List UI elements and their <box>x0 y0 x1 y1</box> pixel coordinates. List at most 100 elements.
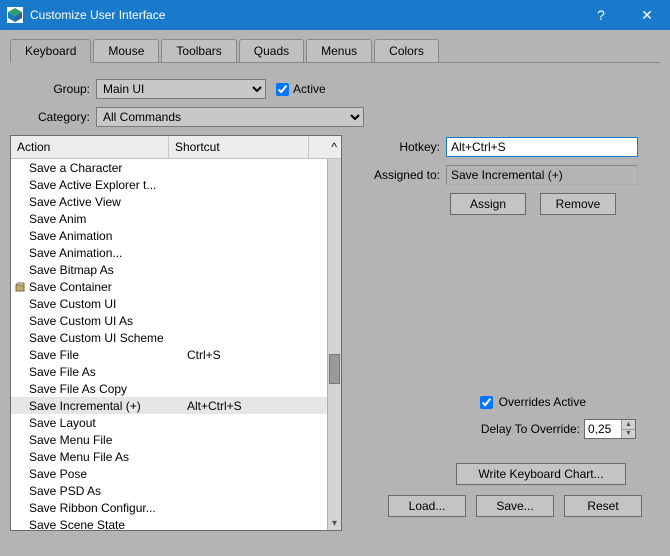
client-area: Keyboard Mouse Toolbars Quads Menus Colo… <box>0 30 670 556</box>
tab-keyboard[interactable]: Keyboard <box>10 39 91 63</box>
list-item[interactable]: Save Anim <box>11 210 327 227</box>
remove-button[interactable]: Remove <box>540 193 616 215</box>
list-item-action: Save Active Explorer t... <box>27 178 185 192</box>
list-item-action: Save Container <box>27 280 185 294</box>
list-item[interactable]: Save a Character <box>11 159 327 176</box>
action-list[interactable]: Action Shortcut ^ Save a Character Save A… <box>10 135 342 531</box>
blank-icon <box>13 433 27 447</box>
assigned-to-value: Save Incremental (+) <box>446 165 638 185</box>
list-item-action: Save Animation <box>27 229 185 243</box>
list-item[interactable]: Save File As Copy <box>11 380 327 397</box>
list-item-action: Save a Character <box>27 161 185 175</box>
blank-icon <box>13 501 27 515</box>
list-item[interactable]: Save PSD As <box>11 482 327 499</box>
group-select[interactable]: Main UI <box>96 79 266 99</box>
category-label: Category: <box>10 110 96 124</box>
tab-toolbars[interactable]: Toolbars <box>161 39 236 63</box>
category-select[interactable]: All Commands <box>96 107 364 127</box>
blank-icon <box>13 467 27 481</box>
blank-icon <box>13 263 27 277</box>
group-label: Group: <box>10 82 96 96</box>
list-item[interactable]: Save Animation... <box>11 244 327 261</box>
delay-input[interactable] <box>585 420 621 438</box>
reset-button[interactable]: Reset <box>564 495 642 517</box>
scrollbar-down-icon[interactable]: ▾ <box>328 516 341 530</box>
blank-icon <box>13 314 27 328</box>
list-item[interactable]: Save Menu File As <box>11 448 327 465</box>
list-item-action: Save Scene State <box>27 518 185 531</box>
delay-spinner[interactable]: ▲ ▼ <box>584 419 636 439</box>
list-item[interactable]: Save Active Explorer t... <box>11 176 327 193</box>
blank-icon <box>13 348 27 362</box>
close-button[interactable]: ✕ <box>624 0 670 30</box>
list-item-action: Save Custom UI <box>27 297 185 311</box>
list-item-action: Save Ribbon Configur... <box>27 501 185 515</box>
write-keyboard-chart-button[interactable]: Write Keyboard Chart... <box>456 463 626 485</box>
col-header-caret[interactable]: ^ <box>309 136 341 158</box>
list-item-action: Save Menu File <box>27 433 185 447</box>
container-icon <box>13 280 27 294</box>
list-item-action: Save File <box>27 348 185 362</box>
list-item-action: Save Menu File As <box>27 450 185 464</box>
list-item-action: Save Incremental (+) <box>27 399 185 413</box>
assign-button[interactable]: Assign <box>450 193 526 215</box>
list-item[interactable]: Save Bitmap As <box>11 261 327 278</box>
list-item-action: Save Pose <box>27 467 185 481</box>
list-item[interactable]: Save FileCtrl+S <box>11 346 327 363</box>
list-item[interactable]: Save Pose <box>11 465 327 482</box>
tab-panel-keyboard: Group: Main UI Active Category: All Comm… <box>10 62 660 531</box>
list-item-action: Save File As <box>27 365 185 379</box>
blank-icon <box>13 399 27 413</box>
spinner-up-icon[interactable]: ▲ <box>622 420 635 429</box>
tab-colors[interactable]: Colors <box>374 39 439 63</box>
blank-icon <box>13 161 27 175</box>
assigned-to-label: Assigned to: <box>358 168 446 182</box>
blank-icon <box>13 229 27 243</box>
list-item[interactable]: Save Ribbon Configur... <box>11 499 327 516</box>
list-item-action: Save File As Copy <box>27 382 185 396</box>
list-item[interactable]: Save Active View <box>11 193 327 210</box>
blank-icon <box>13 178 27 192</box>
overrides-active-checkbox[interactable] <box>480 396 493 409</box>
active-checkbox[interactable]: Active <box>276 82 326 96</box>
title-bar: Customize User Interface ? ✕ <box>0 0 670 30</box>
list-item[interactable]: Save Scene State <box>11 516 327 530</box>
load-button[interactable]: Load... <box>388 495 466 517</box>
list-item-action: Save Bitmap As <box>27 263 185 277</box>
blank-icon <box>13 195 27 209</box>
list-item[interactable]: Save Custom UI Scheme <box>11 329 327 346</box>
help-button[interactable]: ? <box>578 0 624 30</box>
app-icon <box>6 6 24 24</box>
tab-mouse[interactable]: Mouse <box>93 39 159 63</box>
overrides-active-label: Overrides Active <box>499 395 586 409</box>
blank-icon <box>13 331 27 345</box>
blank-icon <box>13 484 27 498</box>
blank-icon <box>13 297 27 311</box>
list-item[interactable]: Save Menu File <box>11 431 327 448</box>
save-button[interactable]: Save... <box>476 495 554 517</box>
active-checkbox-input[interactable] <box>276 83 289 96</box>
blank-icon <box>13 365 27 379</box>
tab-menus[interactable]: Menus <box>306 39 372 63</box>
spinner-down-icon[interactable]: ▼ <box>622 429 635 439</box>
window-title: Customize User Interface <box>30 8 165 22</box>
blank-icon <box>13 450 27 464</box>
list-item[interactable]: Save Animation <box>11 227 327 244</box>
list-item[interactable]: Save Container <box>11 278 327 295</box>
list-item[interactable]: Save Incremental (+)Alt+Ctrl+S <box>11 397 327 414</box>
list-item[interactable]: Save File As <box>11 363 327 380</box>
action-list-scrollbar[interactable]: ▾ <box>327 159 341 530</box>
list-item-shortcut: Alt+Ctrl+S <box>185 399 327 413</box>
list-item[interactable]: Save Custom UI As <box>11 312 327 329</box>
list-item-action: Save Layout <box>27 416 185 430</box>
hotkey-input[interactable] <box>446 137 638 157</box>
list-item-action: Save Custom UI As <box>27 314 185 328</box>
col-header-shortcut[interactable]: Shortcut <box>169 136 309 158</box>
tab-quads[interactable]: Quads <box>239 39 304 63</box>
hotkey-label: Hotkey: <box>358 140 446 154</box>
list-item-action: Save Anim <box>27 212 185 226</box>
scrollbar-thumb[interactable] <box>329 354 340 384</box>
col-header-action[interactable]: Action <box>11 136 169 158</box>
list-item[interactable]: Save Layout <box>11 414 327 431</box>
list-item[interactable]: Save Custom UI <box>11 295 327 312</box>
